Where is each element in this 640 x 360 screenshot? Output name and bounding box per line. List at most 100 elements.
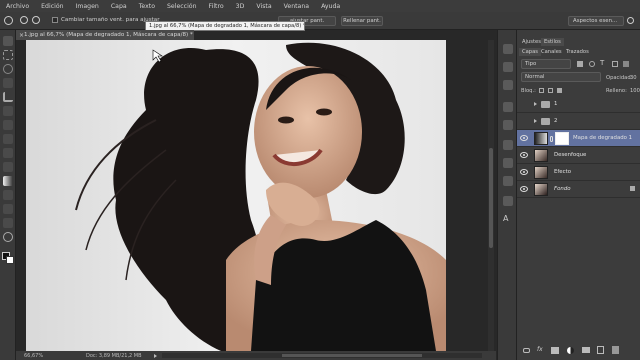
document-size: Doc: 3,89 MB/21,2 MB [86,353,142,359]
filter-shape-icon[interactable] [612,61,618,67]
filter-type-icon[interactable]: T [600,59,604,67]
adjustment-layer-icon[interactable] [567,347,574,354]
layer-gradient-map[interactable]: Mapa de degradado 1 [517,130,640,147]
healing-brush-icon[interactable] [3,120,13,130]
vertical-scroll-thumb[interactable] [489,148,493,248]
new-group-icon[interactable] [582,347,590,353]
layer-desenfoque[interactable]: Desenfoque [517,147,640,164]
lasso-tool-icon[interactable] [3,64,13,74]
lock-icon [630,186,635,191]
fx-icon[interactable]: fx [537,346,543,353]
opacity-value[interactable]: 30 [630,75,637,81]
link-layers-icon[interactable] [523,348,530,353]
lock-all-icon[interactable] [557,88,562,93]
type-panel-icon[interactable]: A [503,214,508,223]
opacity-label: Opacidad: [606,75,633,81]
brushes-icon[interactable] [503,176,513,186]
layer-fondo[interactable]: Fondo [517,181,640,198]
menu-bar: Archivo Edición Imagen Capa Texto Selecc… [0,0,640,12]
horizontal-scrollbar[interactable] [162,353,482,358]
filter-pixel-icon[interactable] [577,61,583,67]
visibility-eye-icon[interactable] [520,169,528,175]
expand-arrow-icon[interactable] [534,119,537,123]
visibility-eye-icon[interactable] [520,186,528,192]
menu-capa[interactable]: Capa [105,3,133,10]
expand-arrow-icon[interactable] [534,102,537,106]
background-color-swatch[interactable] [6,256,14,264]
folder-icon [541,118,550,125]
tab-canales[interactable]: Canales [538,48,565,56]
visibility-eye-icon[interactable] [520,152,528,158]
menu-ventana[interactable]: Ventana [278,3,315,10]
resize-window-checkbox[interactable] [52,17,58,23]
filter-kind-select[interactable]: Tipo [521,59,571,69]
canvas-area[interactable] [16,40,496,351]
swatches-icon[interactable] [503,140,513,150]
character-icon[interactable] [503,120,513,130]
hand-tool-icon[interactable] [3,218,13,228]
crop-tool-icon[interactable] [3,92,13,102]
horizontal-scroll-thumb[interactable] [282,354,422,357]
zoom-level[interactable]: 66,67% [24,353,43,359]
menu-texto[interactable]: Texto [133,3,161,10]
marquee-tool-icon[interactable] [3,50,13,60]
fill-screen-button[interactable]: Rellenar pant. [341,16,383,26]
search-icon[interactable] [627,17,634,24]
menu-seleccion[interactable]: Selección [161,3,203,10]
chain-link-icon[interactable] [550,136,553,142]
menu-archivo[interactable]: Archivo [0,3,35,10]
brush-tool-icon[interactable] [3,134,13,144]
blend-mode-select[interactable]: Normal [521,72,601,82]
fill-value[interactable]: 100 [630,88,640,94]
workspace-label: Aspectos esen... [573,18,618,24]
layer-group-1[interactable]: 1 [517,96,640,113]
zoom-out-icon[interactable] [32,16,40,24]
document-tab[interactable]: 1.jpg al 66,7% (Mapa de degradado 1, Más… [16,30,194,40]
zoom-tool-icon[interactable] [4,16,13,25]
visibility-eye-icon[interactable] [520,135,528,141]
lock-pixels-icon[interactable] [539,88,544,93]
workspace-select[interactable]: Aspectos esen... [568,16,624,26]
properties-icon[interactable] [503,80,513,90]
magic-wand-icon[interactable] [3,78,13,88]
tab-trazados[interactable]: Trazados [563,48,592,56]
type-tool-icon[interactable] [3,204,13,214]
menu-vista[interactable]: Vista [250,3,277,10]
clone-source-icon[interactable] [503,196,513,206]
menu-3d[interactable]: 3D [230,3,251,10]
actions-icon[interactable] [503,62,513,72]
add-mask-icon[interactable] [551,347,559,354]
menu-ayuda[interactable]: Ayuda [315,3,346,10]
status-arrow-icon[interactable] [154,354,157,358]
new-layer-icon[interactable] [597,346,604,354]
adjustment-thumbnail [534,132,548,145]
zoom-in-icon[interactable] [20,16,28,24]
lock-label: Bloq.: [521,88,536,94]
eraser-tool-icon[interactable] [3,162,13,172]
filter-smart-icon[interactable] [623,61,629,67]
delete-layer-icon[interactable] [612,346,619,354]
zoom-tool-side-icon[interactable] [3,232,13,242]
color-icon[interactable] [503,158,513,168]
menu-edicion[interactable]: Edición [35,3,69,10]
pen-tool-icon[interactable] [3,190,13,200]
stamp-tool-icon[interactable] [3,148,13,158]
layer-efecto[interactable]: Efecto [517,164,640,181]
layer-name: Fondo [554,186,571,192]
menu-filtro[interactable]: Filtro [203,3,230,10]
document-canvas[interactable] [16,40,496,351]
tab-estilos[interactable]: Estilos [541,38,564,46]
history-icon[interactable] [503,44,513,54]
close-tab-icon[interactable]: × [19,32,24,39]
eyedropper-icon[interactable] [3,106,13,116]
folder-icon [541,101,550,108]
gradient-tool-icon[interactable] [3,176,13,186]
menu-imagen[interactable]: Imagen [70,3,105,10]
lock-move-icon[interactable] [548,88,553,93]
filter-adjust-icon[interactable] [589,61,595,67]
layer-group-2[interactable]: 2 [517,113,640,130]
layer-mask-thumbnail[interactable] [555,132,569,145]
vertical-scrollbar[interactable] [488,40,494,351]
paragraph-icon[interactable] [503,102,513,112]
move-tool-icon[interactable] [3,36,13,46]
